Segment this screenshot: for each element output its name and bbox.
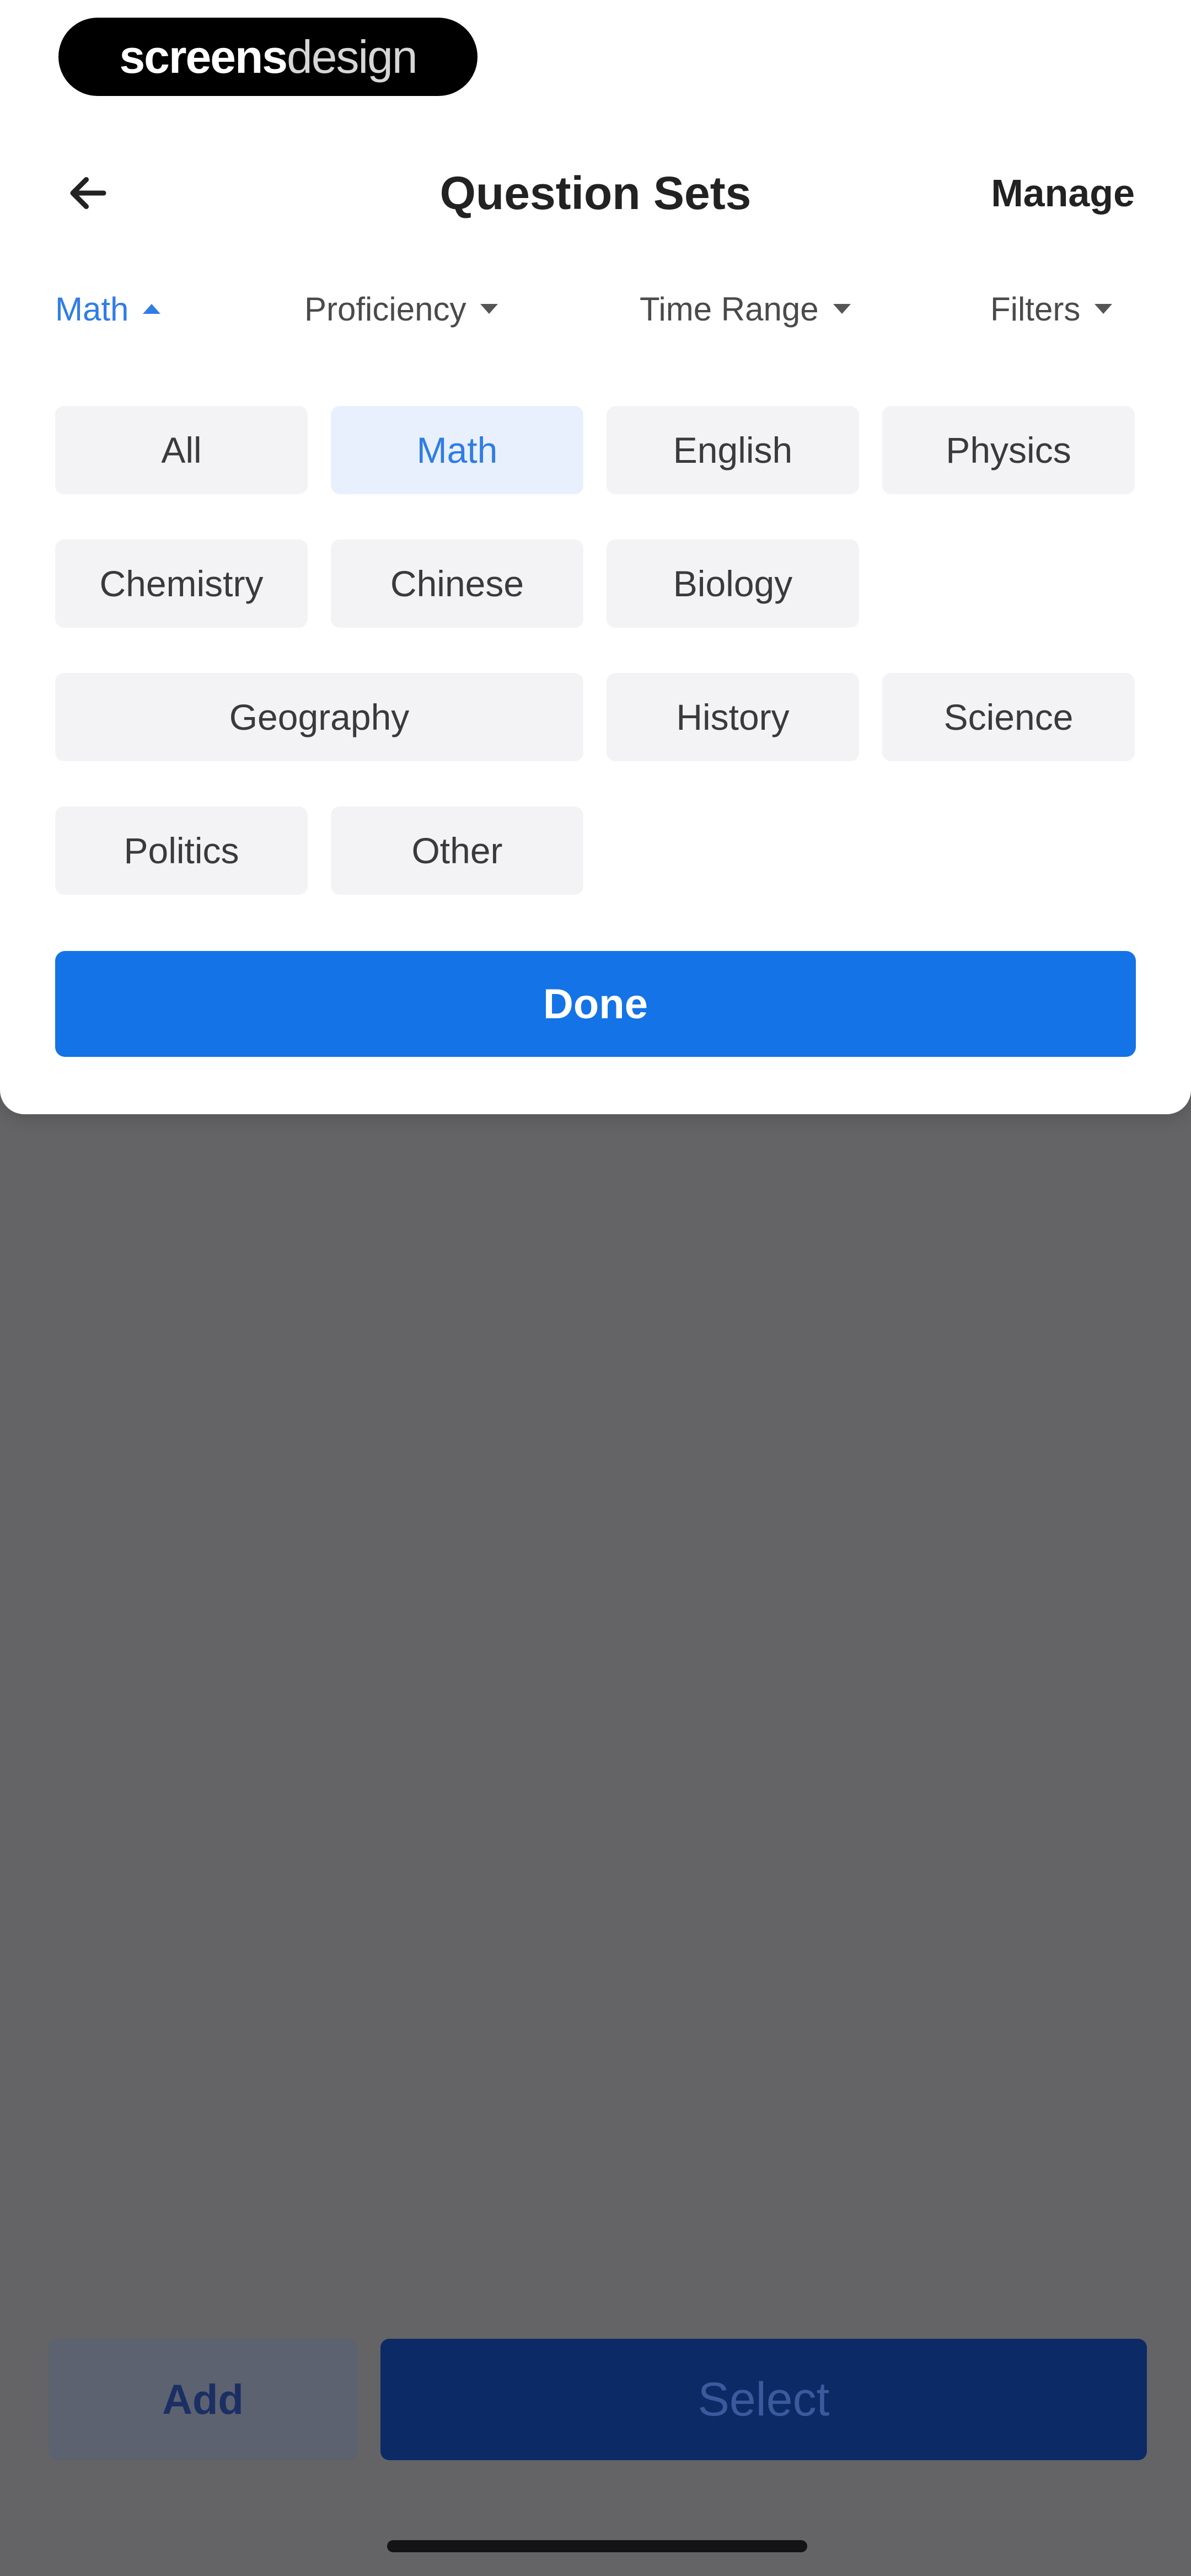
caret-up-icon	[143, 304, 161, 314]
subject-filter-sheet: screens design Question Sets Manage Math …	[0, 0, 1191, 1114]
filter-subject[interactable]: Math	[55, 276, 161, 342]
filter-time-range-label: Time Range	[640, 290, 819, 328]
select-button[interactable]: Select	[380, 2339, 1147, 2460]
caret-down-icon	[480, 304, 498, 314]
filter-bar: Math Proficiency Time Range Filters	[0, 276, 1191, 342]
done-button[interactable]: Done	[55, 951, 1136, 1057]
filter-filters[interactable]: Filters	[990, 276, 1113, 342]
filter-time-range[interactable]: Time Range	[640, 276, 851, 342]
subject-chip-other[interactable]: Other	[331, 806, 583, 895]
subject-chip-science[interactable]: Science	[882, 673, 1135, 761]
brand-logo-part2: design	[287, 30, 418, 83]
filter-proficiency-label: Proficiency	[304, 290, 466, 328]
subject-chip-all[interactable]: All	[55, 406, 308, 494]
subject-chip-politics[interactable]: Politics	[55, 806, 308, 895]
subject-chip-chinese[interactable]: Chinese	[331, 539, 583, 628]
manage-button[interactable]: Manage	[991, 165, 1135, 221]
bottom-action-bar: Add Select	[0, 2333, 1191, 2466]
subject-chip-history[interactable]: History	[607, 673, 859, 761]
caret-down-icon	[1095, 304, 1113, 314]
header: Question Sets Manage	[0, 143, 1191, 243]
subject-chip-physics[interactable]: Physics	[882, 406, 1135, 494]
brand-logo: screens design	[58, 18, 478, 96]
add-button[interactable]: Add	[49, 2339, 357, 2460]
filter-subject-label: Math	[55, 290, 129, 328]
subject-chip-math[interactable]: Math	[331, 406, 583, 494]
brand-logo-part1: screens	[119, 30, 288, 83]
filter-proficiency[interactable]: Proficiency	[304, 276, 498, 342]
caret-down-icon	[833, 304, 851, 314]
subject-chip-biology[interactable]: Biology	[607, 539, 859, 628]
subject-chip-geography[interactable]: Geography	[55, 673, 583, 761]
subject-chip-chemistry[interactable]: Chemistry	[55, 539, 308, 628]
filter-filters-label: Filters	[990, 290, 1081, 328]
subject-chip-english[interactable]: English	[607, 406, 859, 494]
home-indicator	[387, 2540, 807, 2552]
